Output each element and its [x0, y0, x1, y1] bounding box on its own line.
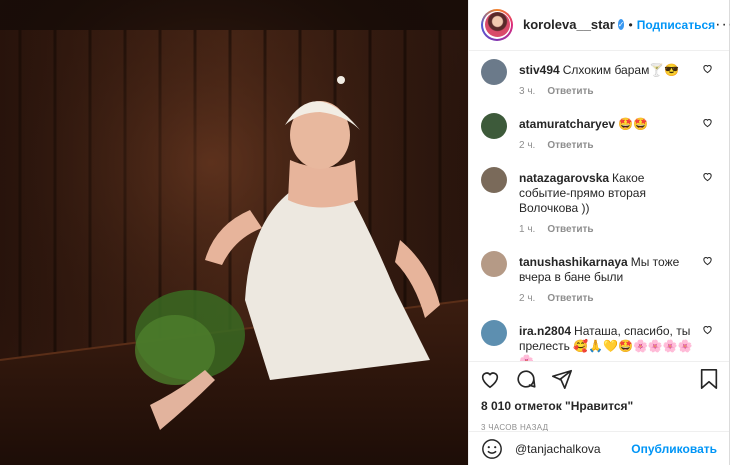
comment-avatar[interactable] — [481, 112, 507, 139]
comment-like-heart-icon[interactable] — [702, 117, 713, 128]
share-icon[interactable] — [551, 368, 573, 390]
comment-avatar[interactable] — [481, 58, 507, 85]
comment-time[interactable]: 2 ч. — [519, 140, 535, 151]
comment-time[interactable]: 1 ч. — [519, 224, 535, 235]
comment-item: natazagarovska Какое событие-прямо вторая… — [469, 161, 729, 245]
avatar-image — [484, 12, 510, 38]
more-options-icon[interactable]: ··· — [715, 16, 730, 34]
comment-text: Слхоким барам🍸😎 — [562, 62, 680, 77]
comment-like-heart-icon[interactable] — [702, 324, 713, 335]
header-separator: • — [628, 17, 633, 32]
bookmark-icon[interactable] — [699, 368, 719, 390]
post-header: koroleva__star ✓ • Подписаться ··· — [469, 0, 730, 51]
avatar-frame — [483, 10, 511, 39]
reply-button[interactable]: Ответить — [547, 293, 593, 304]
comment-like-heart-icon[interactable] — [702, 171, 713, 182]
comment-icon[interactable] — [515, 368, 537, 390]
publish-button[interactable]: Опубликовать — [631, 442, 717, 456]
comment-item: atamuratcharyev 🤩🤩 2 ч. Ответить — [469, 107, 729, 161]
comment-avatar[interactable] — [481, 166, 507, 193]
sauna-photo-image — [0, 0, 468, 465]
author-avatar[interactable] — [481, 8, 513, 41]
comment-like-heart-icon[interactable] — [702, 63, 713, 74]
comment-username[interactable]: atamuratcharyev — [519, 117, 615, 131]
comment-item: stiv494 Слхоким барам🍸😎 3 ч. Ответить — [469, 53, 729, 107]
follow-button[interactable]: Подписаться — [637, 18, 715, 32]
reply-button[interactable]: Ответить — [547, 140, 593, 151]
comment-item: ira.n2804 Наташа, спасибо, ты прелесть 🥰🙏… — [469, 314, 729, 361]
emoji-icon[interactable] — [481, 438, 503, 460]
comment-avatar[interactable] — [481, 250, 507, 277]
comment-item: tanushashikarnaya Мы тоже вчера в бане бы… — [469, 245, 729, 314]
reply-button[interactable]: Ответить — [547, 86, 593, 97]
comment-username[interactable]: stiv494 — [519, 63, 560, 77]
reply-button[interactable]: Ответить — [547, 224, 593, 235]
action-bar — [469, 361, 729, 395]
comment-time[interactable]: 3 ч. — [519, 86, 535, 97]
comment-composer: @tanjachalkova Опубликовать — [469, 431, 729, 465]
heart-icon[interactable] — [479, 368, 501, 390]
post-photo[interactable] — [0, 0, 468, 465]
comment-username[interactable]: natazagarovska — [519, 171, 609, 185]
comment-text: 🤩🤩 — [618, 116, 648, 131]
post-timestamp[interactable]: 3 ЧАСОВ НАЗАД — [469, 413, 729, 432]
instagram-post: koroleva__star ✓ • Подписаться ··· stiv4… — [0, 0, 730, 465]
likes-count[interactable]: 8 010 отметок "Нравится" — [469, 395, 729, 413]
comments-list[interactable]: stiv494 Слхоким барам🍸😎 3 ч. Ответить atam… — [469, 51, 729, 361]
verified-badge-icon: ✓ — [617, 19, 625, 31]
comment-like-heart-icon[interactable] — [702, 255, 713, 266]
author-username[interactable]: koroleva__star — [523, 17, 615, 32]
post-sidebar: koroleva__star ✓ • Подписаться ··· stiv4… — [468, 0, 730, 465]
comment-avatar[interactable] — [481, 319, 507, 346]
comment-time[interactable]: 2 ч. — [519, 293, 535, 304]
comment-username[interactable]: ira.n2804 — [519, 324, 571, 338]
comment-input[interactable]: @tanjachalkova — [515, 442, 631, 456]
comment-username[interactable]: tanushashikarnaya — [519, 255, 628, 269]
